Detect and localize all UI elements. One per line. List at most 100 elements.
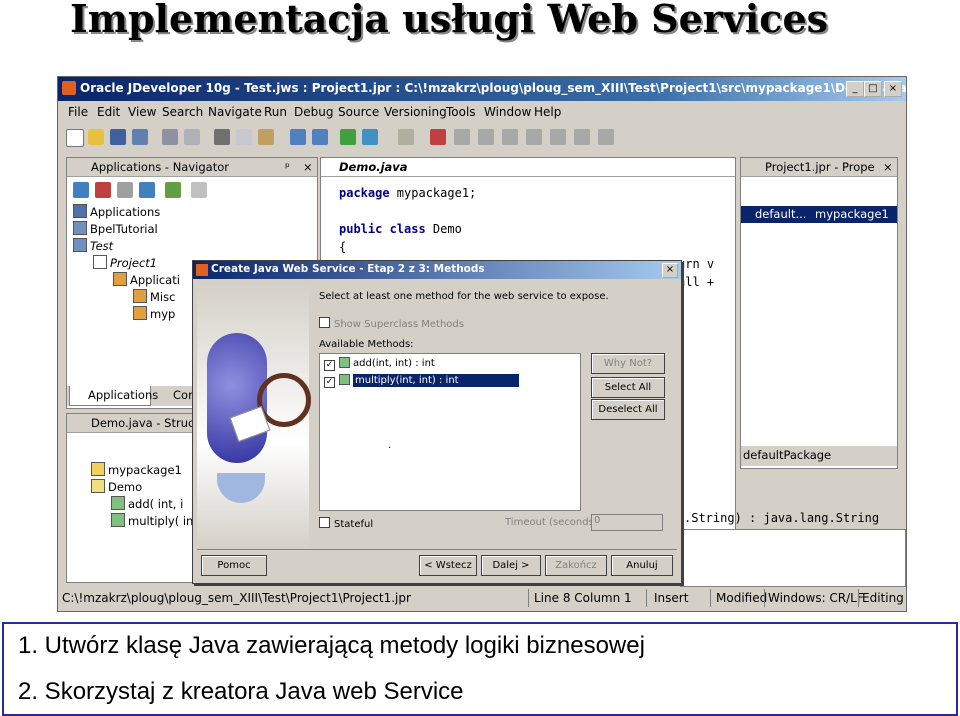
show-superclass-checkbox[interactable]: Show Superclass Methods [319, 317, 464, 330]
window-titlebar: Oracle JDeveloper 10g - Test.jws : Proje… [58, 77, 906, 101]
tree-node[interactable]: myp [133, 306, 175, 321]
dialog-close-button[interactable]: × [662, 263, 678, 278]
wizard-illustration [197, 283, 311, 549]
deselect-all-button[interactable]: Deselect All [591, 399, 665, 420]
menu-debug[interactable]: Debug [294, 105, 333, 119]
workspace-icon [73, 238, 87, 252]
undo-icon[interactable] [162, 129, 178, 145]
tree-node[interactable]: Demo [91, 479, 142, 494]
save-icon[interactable] [110, 129, 126, 145]
tree-node[interactable]: BpelTutorial [73, 221, 158, 236]
select-all-button[interactable]: Select All [591, 377, 665, 398]
package-icon [133, 306, 147, 320]
code-line: package mypackage1; [339, 186, 477, 200]
help-button[interactable]: Pomoc [201, 555, 267, 576]
dialog-title: Create Java Web Service - Etap 2 z 3: Me… [211, 263, 485, 275]
stateful-checkbox[interactable]: Stateful [319, 517, 373, 530]
structure-title: Demo.java - Structu [91, 416, 207, 430]
code-fragment: .String) : java.lang.String [684, 511, 880, 525]
menu-bar: File Edit View Search Navigate Run Debug… [58, 101, 906, 123]
pin-icon[interactable]: ᵖ [285, 160, 290, 174]
save-all-icon[interactable] [132, 129, 148, 145]
menu-file[interactable]: File [68, 105, 88, 119]
cancel-button[interactable]: Anuluj [611, 555, 673, 576]
why-not-button[interactable]: Why Not? [591, 353, 665, 374]
step-over-icon[interactable] [478, 129, 494, 145]
menu-navigate[interactable]: Navigate [208, 105, 262, 119]
properties-title: Project1.jpr - Prope [765, 160, 875, 174]
filter-icon[interactable] [165, 182, 181, 198]
tree-node[interactable]: mypackage1 [91, 462, 182, 477]
pause-icon[interactable] [550, 129, 566, 145]
method-icon [111, 496, 125, 510]
cut-icon[interactable] [214, 129, 230, 145]
step-out-icon[interactable] [526, 129, 542, 145]
menu-search[interactable]: Search [162, 105, 203, 119]
status-modified: Modified [716, 591, 768, 605]
property-row[interactable]: default... mypackage1 [741, 206, 897, 223]
menu-window[interactable]: Window [484, 105, 531, 119]
maximize-button[interactable]: □ [864, 81, 882, 97]
available-methods-label: Available Methods: [319, 339, 414, 350]
tree-node[interactable]: Project1 [93, 255, 157, 270]
tree-node[interactable]: add( int, i [111, 496, 183, 511]
status-path: C:\!mzakrz\ploug\ploug_sem_XIII\Test\Pro… [62, 591, 411, 605]
applications-icon [73, 204, 87, 218]
remove-icon[interactable] [95, 182, 111, 198]
minimize-button[interactable]: _ [846, 81, 864, 97]
refresh-icon[interactable] [117, 182, 133, 198]
debug-icon[interactable] [362, 129, 378, 145]
list-item[interactable]: ✓ multiply(int, int) : int [320, 374, 578, 389]
new-application-icon[interactable] [73, 182, 89, 198]
navigator-toolbar [73, 180, 313, 200]
list-item[interactable]: ✓ add(int, int) : int [324, 357, 435, 372]
tree-node[interactable]: multiply( in [111, 513, 193, 528]
code-line: { [339, 240, 347, 254]
paste-icon[interactable] [258, 129, 274, 145]
grid-icon[interactable] [191, 182, 207, 198]
menu-source[interactable]: Source [338, 105, 379, 119]
methods-list[interactable]: ✓ add(int, int) : int ✓ multiply(int, int)… [319, 353, 581, 511]
copy-icon[interactable] [236, 129, 252, 145]
new-file-icon[interactable] [66, 129, 84, 147]
cup-image [217, 473, 265, 503]
menu-run[interactable]: Run [264, 105, 287, 119]
tab-applications[interactable]: Applications [69, 386, 158, 406]
tree-node[interactable]: Test [73, 238, 113, 253]
menu-tools[interactable]: Tools [446, 105, 476, 119]
trash-icon[interactable] [598, 129, 614, 145]
step-1: 1. Utwórz klasę Java zawierającą metody … [18, 632, 645, 659]
tab-demo-java[interactable]: Demo.java [339, 160, 408, 174]
menu-edit[interactable]: Edit [97, 105, 120, 119]
log-panel [680, 529, 906, 587]
tree-node[interactable]: Applicati [113, 272, 180, 287]
method-icon [339, 374, 350, 385]
jdeveloper-app-icon [62, 81, 76, 95]
rebuild-icon[interactable] [312, 129, 328, 145]
menu-view[interactable]: View [128, 105, 156, 119]
tree-node[interactable]: Applications [73, 204, 160, 219]
folder-icon [133, 289, 147, 303]
menu-help[interactable]: Help [534, 105, 561, 119]
timeout-field[interactable]: 0 [591, 514, 663, 531]
finish-button[interactable]: Zakończ [545, 555, 607, 576]
back-button[interactable]: < Wstecz [419, 555, 477, 576]
open-folder-icon[interactable] [88, 129, 104, 145]
step-into-icon[interactable] [502, 129, 518, 145]
make-icon[interactable] [290, 129, 306, 145]
tree-node[interactable]: Misc [133, 289, 175, 304]
navigator-close-icon[interactable]: × [303, 160, 313, 174]
redo-icon[interactable] [184, 129, 200, 145]
menu-versioning[interactable]: Versioning [384, 105, 447, 119]
workspace-icon [73, 221, 87, 235]
breakpoint-icon[interactable] [430, 129, 446, 145]
resume-icon[interactable] [454, 129, 470, 145]
step-icon[interactable] [398, 129, 414, 145]
steps-box: 1. Utwórz klasę Java zawierającą metody … [2, 622, 958, 716]
properties-close-icon[interactable]: × [883, 160, 893, 174]
help-icon[interactable] [139, 182, 155, 198]
run-icon[interactable] [340, 129, 356, 145]
next-button[interactable]: Dalej > [481, 555, 541, 576]
stop-icon[interactable] [574, 129, 590, 145]
close-window-button[interactable]: × [884, 81, 902, 97]
